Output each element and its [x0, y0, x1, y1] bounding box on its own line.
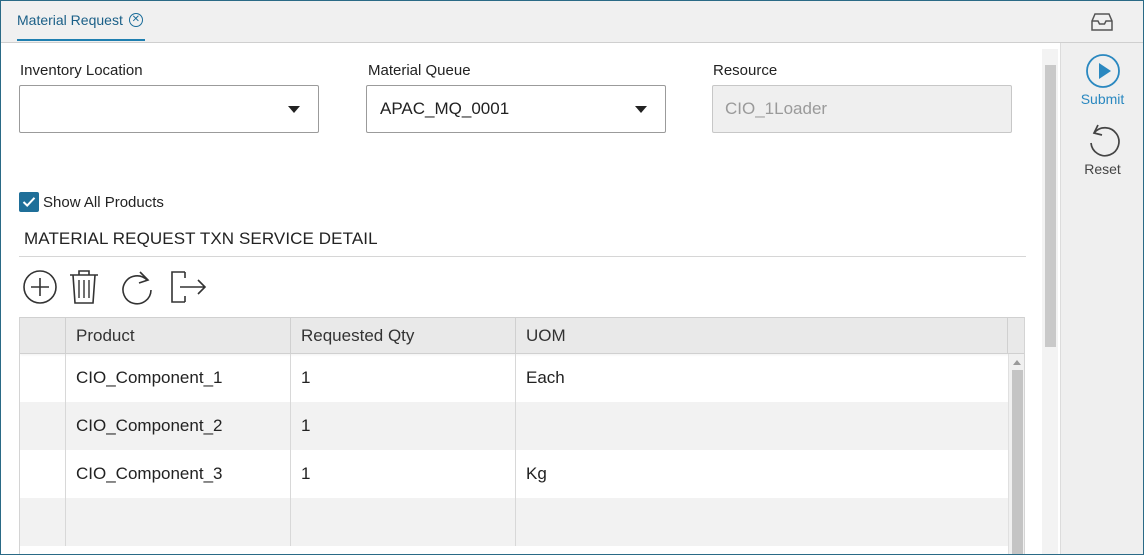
inventory-location-label: Inventory Location	[20, 62, 143, 79]
scroll-up-icon[interactable]	[1013, 360, 1021, 365]
reset-label: Reset	[1084, 161, 1121, 177]
submit-button[interactable]: Submit	[1061, 53, 1143, 107]
table-row[interactable]	[20, 498, 1008, 546]
material-queue-value: APAC_MQ_0001	[380, 99, 510, 118]
material-queue-select[interactable]: APAC_MQ_0001	[366, 85, 666, 133]
section-title: MATERIAL REQUEST TXN SERVICE DETAIL	[24, 229, 378, 248]
app-window: Material Request ✕ Inventory Location Ma…	[0, 0, 1144, 555]
close-icon[interactable]: ✕	[128, 13, 143, 27]
grid-header: Product Requested Qty UOM	[20, 317, 1024, 354]
delete-icon[interactable]	[65, 268, 103, 306]
reset-icon	[1089, 124, 1120, 157]
cell-product[interactable]	[66, 498, 291, 546]
reset-button[interactable]: Reset	[1061, 123, 1143, 177]
chevron-down-icon	[288, 106, 300, 113]
export-icon[interactable]	[169, 268, 207, 306]
resource-value: CIO_1Loader	[725, 99, 828, 118]
add-icon[interactable]	[21, 268, 59, 306]
cell-uom[interactable]: Each	[516, 354, 1008, 402]
resource-label: Resource	[713, 62, 778, 79]
cell-uom[interactable]	[516, 402, 1008, 450]
cell-uom[interactable]	[516, 498, 1008, 546]
submit-label: Submit	[1080, 91, 1125, 107]
cell-requested-qty[interactable]	[291, 498, 516, 546]
column-header-uom[interactable]: UOM	[516, 318, 1008, 354]
table-row[interactable]: CIO_Component_1 1 Each	[20, 354, 1008, 402]
tab-label: Material Request	[17, 12, 123, 28]
section-divider	[19, 256, 1026, 257]
main-scrollbar-thumb[interactable]	[1045, 65, 1056, 347]
main-scrollbar[interactable]	[1042, 49, 1058, 554]
row-selector[interactable]	[20, 498, 66, 546]
grid-scrollbar[interactable]	[1008, 354, 1024, 554]
cell-requested-qty[interactable]: 1	[291, 354, 516, 402]
detail-grid: Product Requested Qty UOM CIO_Component_…	[19, 317, 1025, 554]
refresh-icon[interactable]	[118, 268, 156, 306]
table-row[interactable]: CIO_Component_2 1	[20, 402, 1008, 450]
show-all-products-checkbox[interactable]	[19, 192, 39, 212]
cell-requested-qty[interactable]: 1	[291, 450, 516, 498]
cell-product[interactable]: CIO_Component_3	[66, 450, 291, 498]
row-selector-header	[20, 318, 66, 354]
cell-requested-qty[interactable]: 1	[291, 402, 516, 450]
inventory-location-select[interactable]	[19, 85, 319, 133]
resource-field: CIO_1Loader	[712, 85, 1012, 133]
column-header-product[interactable]: Product	[66, 318, 291, 354]
column-header-requested-qty[interactable]: Requested Qty	[291, 318, 516, 354]
action-pane: Submit Reset	[1060, 43, 1143, 554]
grid-scrollbar-thumb[interactable]	[1012, 370, 1023, 554]
tab-material-request[interactable]: Material Request ✕	[17, 1, 145, 41]
row-selector[interactable]	[20, 354, 66, 402]
table-row[interactable]: CIO_Component_3 1 Kg	[20, 450, 1008, 498]
checkmark-icon	[22, 197, 36, 208]
row-selector[interactable]	[20, 450, 66, 498]
inbox-icon[interactable]	[1090, 12, 1114, 32]
cell-product[interactable]: CIO_Component_1	[66, 354, 291, 402]
cell-product[interactable]: CIO_Component_2	[66, 402, 291, 450]
show-all-products-label: Show All Products	[43, 194, 164, 211]
cell-uom[interactable]: Kg	[516, 450, 1008, 498]
row-selector[interactable]	[20, 402, 66, 450]
chevron-down-icon	[635, 106, 647, 113]
play-icon	[1085, 54, 1120, 88]
tab-bar: Material Request ✕	[1, 1, 1143, 43]
material-queue-label: Material Queue	[368, 62, 471, 79]
